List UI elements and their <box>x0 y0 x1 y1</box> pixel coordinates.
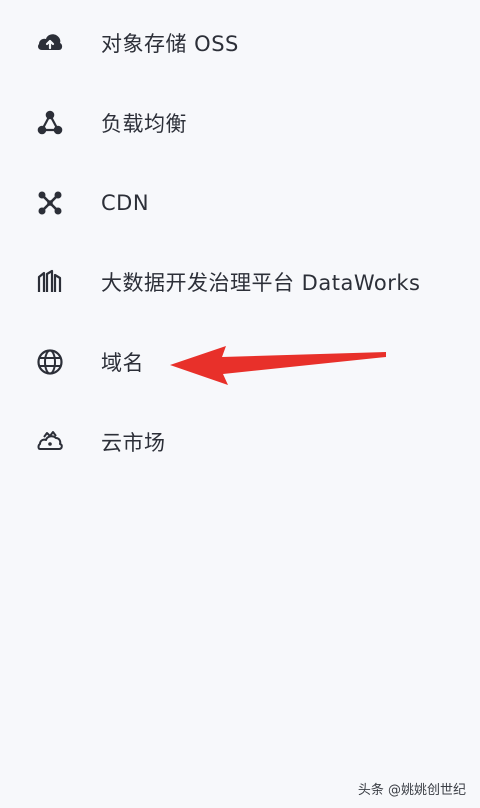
menu-item-label: 域名 <box>101 351 144 375</box>
load-balancer-icon <box>34 107 66 139</box>
menu-item-oss[interactable]: 对象存储 OSS <box>0 13 480 73</box>
cdn-network-icon <box>34 187 66 219</box>
cloud-market-icon <box>34 426 66 458</box>
menu-item-label: CDN <box>101 191 150 215</box>
menu-item-label: 对象存储 OSS <box>101 32 239 56</box>
menu-item-slb[interactable]: 负载均衡 <box>0 93 480 153</box>
menu-item-domain[interactable]: 域名 <box>0 332 480 392</box>
watermark: 头条 @姚姚创世纪 <box>357 783 466 798</box>
cloud-upload-icon <box>34 27 66 59</box>
globe-icon <box>34 346 66 378</box>
menu-item-cdn[interactable]: CDN <box>0 173 480 233</box>
menu-item-dataworks[interactable]: 大数据开发治理平台 DataWorks <box>0 252 480 312</box>
menu-item-label: 大数据开发治理平台 DataWorks <box>101 271 421 295</box>
menu-item-label: 负载均衡 <box>101 112 187 136</box>
dataworks-icon <box>34 266 66 298</box>
menu-item-label: 云市场 <box>101 431 166 455</box>
menu-item-marketplace[interactable]: 云市场 <box>0 412 480 472</box>
